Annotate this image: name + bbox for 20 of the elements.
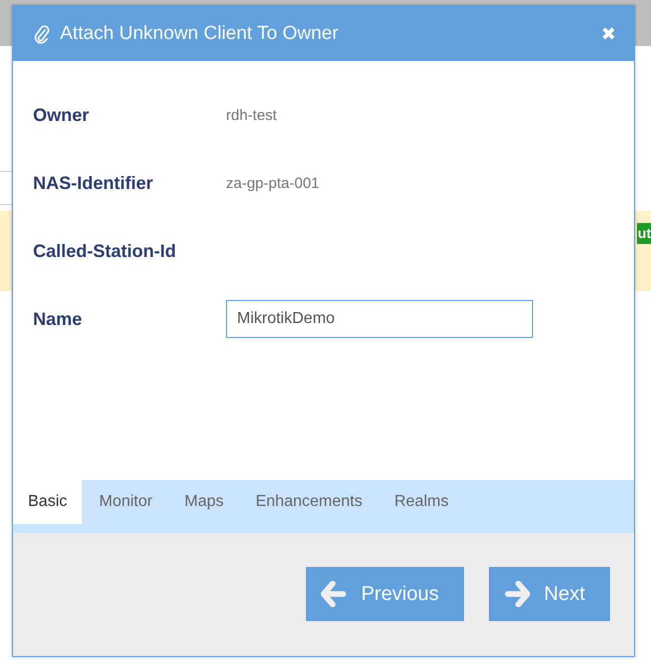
field-label: Name	[33, 308, 84, 330]
status-badge: ut	[636, 223, 651, 244]
field-label: Called-Station-Id	[33, 240, 177, 262]
close-button[interactable]: ✖	[601, 22, 616, 44]
next-button[interactable]: Next	[488, 567, 610, 621]
name-field[interactable]: MikrotikDemo	[226, 300, 533, 338]
field-label: Owner	[33, 104, 90, 126]
arrow-left-icon	[321, 581, 348, 607]
arrow-right-icon	[504, 581, 530, 607]
paperclip-icon	[34, 24, 50, 44]
tab[interactable]: Enhancements	[240, 480, 378, 524]
field-value: za-gp-pta-001	[226, 174, 320, 192]
tab[interactable]: Realms	[379, 480, 464, 524]
previous-button[interactable]: Previous	[306, 567, 464, 621]
tab[interactable]: Maps	[169, 480, 239, 524]
field-value: rdh-test	[226, 106, 277, 124]
dialog-title: Attach Unknown Client To Owner	[60, 22, 340, 44]
tab[interactable]: Basic	[13, 480, 82, 524]
field-label: NAS-Identifier	[33, 172, 154, 194]
tab[interactable]: Monitor	[84, 480, 168, 524]
